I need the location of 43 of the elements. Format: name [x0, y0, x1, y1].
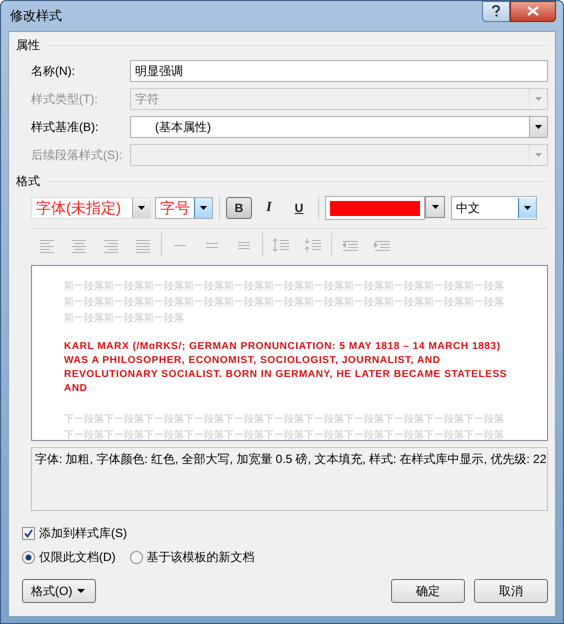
- one-half-spacing-icon: [206, 242, 218, 248]
- checkbox[interactable]: [22, 526, 35, 540]
- close-button[interactable]: [510, 0, 556, 22]
- cancel-button[interactable]: 取消: [474, 579, 548, 603]
- help-icon: [491, 5, 501, 17]
- close-icon: [527, 6, 539, 16]
- following-paragraph-text: 下一段落下一段落下一段落下一段落下一段落下一段落下一段落下一段落下一段落下一段落下一段落: [64, 428, 505, 440]
- preceding-paragraph-text: 前一段落前一段落前一段落前一段落前一段落前一段落前一段落前一段落前一段落前一段落前一段落: [64, 280, 505, 294]
- radio-button[interactable]: [22, 550, 35, 564]
- single-spacing-icon: [174, 244, 186, 246]
- name-input[interactable]: 明显强调: [130, 60, 548, 82]
- field-label: 名称(N):: [31, 62, 76, 80]
- radio-label[interactable]: 仅限此文档(D): [39, 548, 116, 566]
- caret-icon: [76, 586, 86, 596]
- text-style-button[interactable]: B: [226, 197, 252, 219]
- window-title: 修改样式: [9, 7, 63, 25]
- format-menu-button[interactable]: 格式(O): [22, 579, 96, 603]
- double-spacing-icon: [238, 242, 250, 248]
- section-heading: 格式: [16, 172, 40, 190]
- radio-label[interactable]: 基于该模板的新文档: [146, 548, 255, 566]
- description-text: 字体: 加粗, 字体颜色: 红色, 全部大写, 加宽量 0.5 磅, 文本填充, 样式: 在样式库中显示, 优先级: 22: [35, 452, 546, 466]
- ok-button[interactable]: 确定: [391, 579, 465, 603]
- color-dropdown-button[interactable]: [425, 196, 445, 218]
- sample-text: KARL MARX (/MɑRKS/; GERMAN PRONUNCIATION: 5 MAY 1818 – 14 MARCH 1883) WAS A PHILOSOPHER, ECONOMIST, SOCIOLOGIST, JOURNALIST, AND REVOLUTIONARY SOCIALIST. BORN IN GERMANY, HE LATER BECAME STATELESS AND: [64, 340, 507, 396]
- preceding-paragraph-text: 前一段落前一段落前一段落: [64, 312, 185, 326]
- style-dropdown[interactable]: (基本属性): [130, 116, 548, 138]
- preceding-paragraph-text: 前一段落前一段落前一段落前一段落前一段落前一段落前一段落前一段落前一段落前一段落前一段落: [64, 296, 505, 310]
- field-label: 样式基准(B):: [31, 118, 100, 136]
- radio-button[interactable]: [130, 550, 143, 564]
- spacing-increase-icon: [272, 236, 290, 254]
- field-label: 样式类型(T):: [31, 90, 99, 108]
- section-heading: 属性: [16, 36, 40, 54]
- text-style-button[interactable]: U: [286, 197, 312, 219]
- script-dropdown[interactable]: 中文: [451, 196, 537, 220]
- text-style-button[interactable]: I: [256, 197, 282, 219]
- size-dropdown[interactable]: 字号: [155, 197, 213, 219]
- font-dropdown[interactable]: 字体(未指定): [31, 197, 151, 219]
- field-label: 后续段落样式(S):: [31, 146, 124, 164]
- following-paragraph-text: 下一段落下一段落下一段落下一段落下一段落下一段落下一段落下一段落下一段落下一段落下一段落: [64, 412, 505, 427]
- spacing-decrease-icon: [304, 236, 322, 254]
- font-color-picker[interactable]: [325, 196, 425, 220]
- help-button[interactable]: [482, 0, 510, 22]
- checkbox-label[interactable]: 添加到样式库(S): [39, 524, 127, 542]
